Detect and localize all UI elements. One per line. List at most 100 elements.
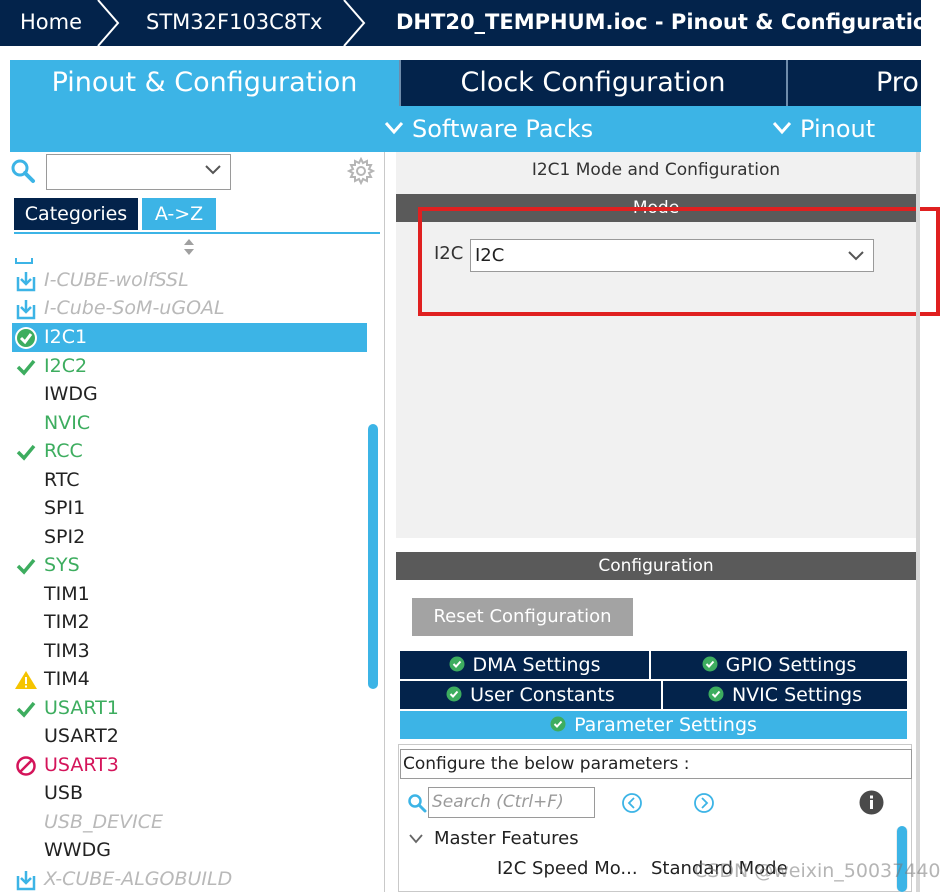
software-packs-menu[interactable]: Software Packs <box>384 106 593 152</box>
check-icon <box>16 701 36 718</box>
list-item-label: NVIC <box>44 412 91 434</box>
list-item[interactable]: USART2 <box>12 722 367 751</box>
list-item[interactable]: I2C2 <box>12 352 367 381</box>
previous-match-icon[interactable] <box>621 792 643 814</box>
list-item-label: TIM1 <box>44 583 90 605</box>
list-item-label: USART1 <box>44 697 119 719</box>
list-item-label: RTC <box>44 469 80 491</box>
list-item[interactable]: USB <box>12 779 367 808</box>
list-item[interactable]: SPI2 <box>12 523 367 552</box>
check-circle-icon <box>702 656 718 672</box>
configuration-header: Configuration <box>396 552 916 580</box>
highlight-box <box>418 207 940 316</box>
tab-clock-configuration[interactable]: Clock Configuration <box>401 60 785 106</box>
blocked-icon <box>16 756 36 776</box>
reset-configuration-button[interactable]: Reset Configuration <box>412 598 633 636</box>
parameters-scrollbar-thumb[interactable] <box>897 826 907 892</box>
segment-categories[interactable]: Categories <box>14 198 138 230</box>
list-item[interactable]: I-CUBE-wolfSSL <box>12 266 367 295</box>
chevron-down-icon[interactable] <box>204 164 222 176</box>
list-item-label: TIM4 <box>44 668 90 690</box>
list-item-label: USART2 <box>44 725 119 747</box>
list-item-label: IWDG <box>44 383 98 405</box>
next-match-icon[interactable] <box>693 792 715 814</box>
master-features-group[interactable]: Master Features <box>434 828 579 849</box>
list-item[interactable]: NVIC <box>12 409 367 438</box>
mode-panel-title: I2C1 Mode and Configuration <box>531 160 781 180</box>
list-item[interactable]: SYS <box>12 551 367 580</box>
list-item-label: USB_DEVICE <box>44 811 164 833</box>
list-item-label: SPI2 <box>44 526 86 548</box>
tab-label: NVIC Settings <box>731 684 863 706</box>
list-item-label: I2C1 <box>44 326 88 348</box>
list-item[interactable]: WWDG <box>12 836 367 865</box>
check-icon <box>16 558 36 575</box>
list-item-label: TIM2 <box>44 611 90 633</box>
tab-project-manager[interactable]: Pro <box>876 60 919 106</box>
list-item[interactable]: USB_DEVICE <box>12 808 367 837</box>
list-item[interactable]: USART3 <box>12 751 367 780</box>
parameters-hint: Configure the below parameters : <box>400 749 912 779</box>
search-icon[interactable] <box>10 158 36 184</box>
parameter-search-input[interactable]: Search (Ctrl+F) <box>428 787 595 818</box>
check-icon <box>16 359 36 376</box>
breadcrumb-chevron-icon <box>343 0 366 46</box>
tab-label: DMA Settings <box>472 654 601 676</box>
list-item-label: SYS <box>44 554 80 576</box>
tab-nvic-settings[interactable]: NVIC Settings <box>663 681 907 709</box>
list-item[interactable]: X-CUBE-ALGOBUILD <box>12 865 367 892</box>
tab-label: User Constants <box>470 684 615 706</box>
list-item[interactable]: TIM3 <box>12 637 367 666</box>
check-circle-icon <box>449 656 464 672</box>
breadcrumb-home[interactable]: Home <box>20 0 82 46</box>
check-icon <box>16 444 36 461</box>
tab-dma-settings[interactable]: DMA Settings <box>400 651 649 679</box>
list-item-label: X-CUBE-ALGOBUILD <box>44 868 233 890</box>
right-panel-edge <box>916 152 920 892</box>
list-item[interactable]: TIM2 <box>12 608 367 637</box>
list-item-label: USART3 <box>44 754 119 776</box>
gear-icon[interactable] <box>347 157 375 185</box>
list-scrollbar-thumb[interactable] <box>368 424 378 689</box>
list-item-label: WWDG <box>44 839 111 861</box>
segment-a-to-z[interactable]: A->Z <box>142 198 216 230</box>
list-item[interactable]: SPI1 <box>12 494 367 523</box>
download-pack-icon <box>16 300 36 320</box>
list-item-selected[interactable]: I2C1 <box>12 323 367 352</box>
download-pack-icon <box>16 272 36 292</box>
chevron-down-icon <box>384 122 404 135</box>
main-tabbar: Pinout & Configuration Clock Configurati… <box>10 60 921 106</box>
chevron-down-icon <box>772 122 792 135</box>
search-icon[interactable] <box>407 793 427 813</box>
check-circle-icon <box>550 716 566 732</box>
breadcrumb-current: DHT20_TEMPHUM.ioc - Pinout & Configurati… <box>396 10 921 34</box>
sub-menu-bar: Software Packs Pinout <box>10 106 921 152</box>
pinout-menu[interactable]: Pinout <box>772 106 875 152</box>
list-item[interactable]: TIM1 <box>12 580 367 609</box>
tab-pinout-configuration[interactable]: Pinout & Configuration <box>10 60 399 106</box>
list-item[interactable]: RTC <box>12 466 367 495</box>
list-item[interactable]: TIM4 <box>12 665 367 694</box>
tab-label: Parameter Settings <box>574 714 757 736</box>
breadcrumb-device[interactable]: STM32F103C8Tx <box>146 0 322 46</box>
list-item[interactable]: I-Cube-SoM-uGOAL <box>12 294 367 323</box>
list-item-label: I-CUBE-wolfSSL <box>44 269 189 291</box>
list-item[interactable]: USART1 <box>12 694 367 723</box>
sort-arrow-icon[interactable] <box>182 237 196 257</box>
tab-separator <box>786 60 788 106</box>
list-item-label: USB <box>44 782 84 804</box>
tab-parameter-settings[interactable]: Parameter Settings <box>400 711 907 739</box>
breadcrumb: Home STM32F103C8Tx DHT20_TEMPHUM.ioc - P… <box>0 0 921 46</box>
info-icon[interactable] <box>859 790 884 815</box>
collapse-chevron-icon[interactable] <box>408 833 424 845</box>
watermark: CSDN @weixin_50037440 <box>694 860 941 882</box>
tab-gpio-settings[interactable]: GPIO Settings <box>651 651 907 679</box>
list-item[interactable]: RCC <box>12 437 367 466</box>
segment-underline <box>14 232 380 234</box>
pinout-label: Pinout <box>800 115 876 143</box>
breadcrumb-chevron-icon <box>97 0 120 46</box>
i2c-speed-mode-label: I2C Speed Mo... <box>497 858 638 879</box>
list-item[interactable]: IWDG <box>12 380 367 409</box>
tab-user-constants[interactable]: User Constants <box>400 681 661 709</box>
download-pack-icon <box>16 871 36 891</box>
